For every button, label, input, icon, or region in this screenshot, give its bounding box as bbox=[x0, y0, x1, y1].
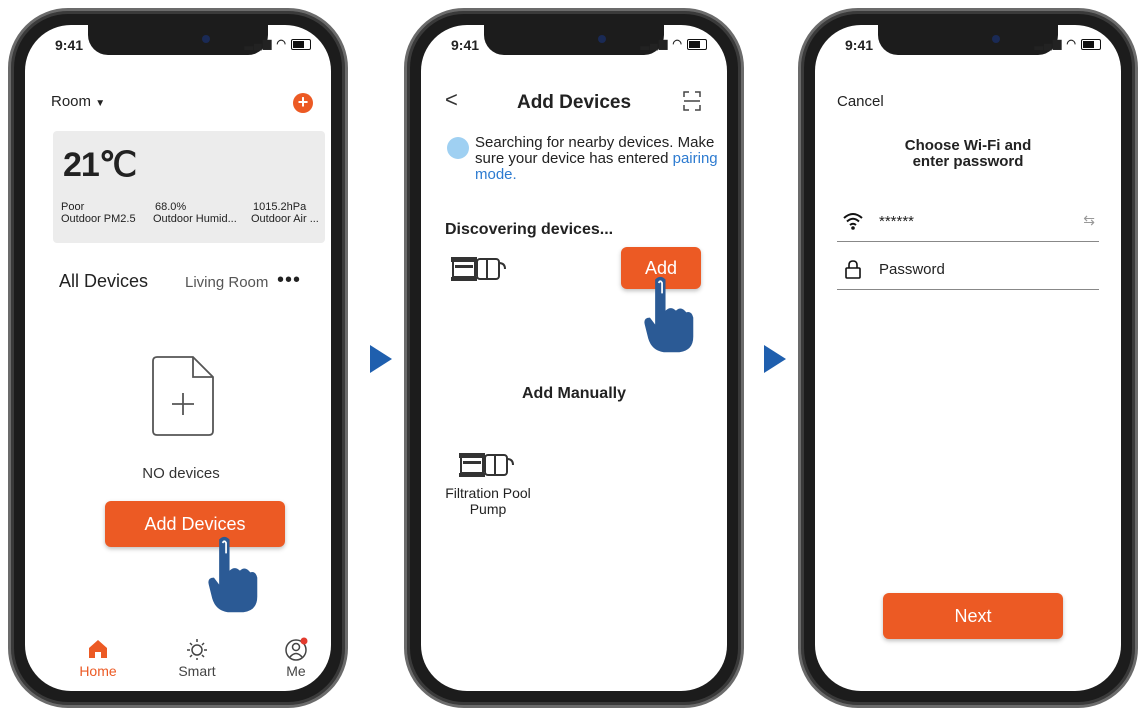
metric-humidity: 68.0% Outdoor Humid... bbox=[153, 201, 237, 225]
nav-smart[interactable]: Smart bbox=[162, 637, 232, 679]
more-icon[interactable]: ••• bbox=[277, 269, 301, 292]
metric-label: Outdoor PM2.5 bbox=[61, 213, 136, 225]
add-plus-button[interactable]: + bbox=[293, 93, 313, 113]
status-bar: 9:41 ▂▄▆ ◠ bbox=[25, 35, 331, 57]
status-time: 9:41 bbox=[55, 37, 84, 53]
status-icons: ▂▄▆ ◠ bbox=[641, 37, 707, 50]
cancel-button[interactable]: Cancel bbox=[837, 93, 884, 110]
metric-value: Poor bbox=[61, 201, 85, 213]
nav-label: Smart bbox=[178, 663, 216, 679]
room-selector[interactable]: Room ▼ bbox=[51, 93, 105, 110]
nav-label: Home bbox=[79, 663, 117, 679]
sun-icon bbox=[187, 639, 207, 660]
title-line: Choose Wi-Fi and bbox=[904, 137, 1032, 154]
step-arrow-1 bbox=[370, 345, 392, 373]
home-screen: 9:41 ▂▄▆ ◠ Room ▼ + 21℃ Poor Outdoor PM2… bbox=[25, 25, 331, 691]
status-icons: ▂▄▆ ◠ bbox=[245, 37, 311, 50]
battery-icon bbox=[687, 38, 707, 50]
page-title: Add Devices bbox=[516, 92, 632, 113]
password-field[interactable]: Password bbox=[837, 251, 1099, 290]
empty-state-text: NO devices bbox=[142, 465, 220, 482]
bottom-nav: Home Smart Me bbox=[25, 637, 331, 691]
discovering-heading: Discovering devices... bbox=[445, 221, 614, 238]
battery-icon bbox=[1081, 38, 1101, 50]
pool-pump-icon[interactable] bbox=[457, 447, 515, 481]
wifi-field[interactable]: ****** ⇆ bbox=[837, 203, 1099, 242]
weather-card: 21℃ Poor Outdoor PM2.5 68.0% Outdoor Hum… bbox=[53, 131, 325, 243]
metric-label: Outdoor Humid... bbox=[153, 213, 237, 225]
lock-icon bbox=[845, 260, 861, 279]
wifi-screen: 9:41 ▂▄▆ ◠ Cancel Choose Wi-Fi and enter… bbox=[815, 25, 1121, 691]
manual-device-label[interactable]: Filtration Pool Pump bbox=[443, 485, 533, 517]
searching-message: Searching for nearby devices. Make sure … bbox=[475, 135, 725, 183]
temperature: 21℃ bbox=[63, 146, 137, 184]
password-placeholder: Password bbox=[879, 261, 945, 278]
switch-network-icon[interactable]: ⇆ bbox=[1083, 212, 1095, 229]
status-bar: 9:41 ▂▄▆ ◠ bbox=[815, 35, 1121, 57]
metric-label: Outdoor Air ... bbox=[251, 213, 319, 225]
metric-value: 1015.2hPa bbox=[253, 201, 307, 213]
wifi-icon bbox=[843, 213, 863, 230]
room-label: Room bbox=[51, 93, 92, 110]
wifi-name: ****** bbox=[879, 213, 915, 230]
home-icon bbox=[89, 640, 107, 658]
profile-icon bbox=[285, 637, 308, 661]
add-manually-heading: Add Manually bbox=[521, 385, 626, 402]
tab-living-room[interactable]: Living Room bbox=[185, 274, 268, 291]
nav-home[interactable]: Home bbox=[63, 637, 133, 679]
status-time: 9:41 bbox=[451, 37, 480, 53]
add-devices-screen: 9:41 ▂▄▆ ◠ < Add Devices Searching for n… bbox=[421, 25, 727, 691]
nav-me[interactable]: Me bbox=[261, 637, 331, 679]
page-title: Choose Wi-Fi and enter password bbox=[815, 138, 1121, 170]
searching-indicator bbox=[447, 137, 469, 159]
empty-document-icon bbox=[152, 356, 214, 436]
phone-add-devices: 9:41 ▂▄▆ ◠ < Add Devices Searching for n… bbox=[404, 8, 744, 708]
phone-wifi: 9:41 ▂▄▆ ◠ Cancel Choose Wi-Fi and enter… bbox=[798, 8, 1138, 708]
title-line: enter password bbox=[912, 153, 1024, 170]
status-bar: 9:41 ▂▄▆ ◠ bbox=[421, 35, 727, 57]
phone-home: 9:41 ▂▄▆ ◠ Room ▼ + 21℃ Poor Outdoor PM2… bbox=[8, 8, 348, 708]
pool-pump-icon bbox=[451, 257, 506, 281]
scan-icon[interactable] bbox=[683, 91, 701, 111]
battery-icon bbox=[291, 38, 311, 50]
status-icons: ▂▄▆ ◠ bbox=[1035, 37, 1101, 50]
next-button[interactable]: Next bbox=[883, 593, 1063, 639]
pointing-hand-icon bbox=[644, 276, 694, 353]
pointing-hand-icon bbox=[208, 536, 258, 613]
tab-all-devices[interactable]: All Devices bbox=[59, 271, 148, 292]
status-time: 9:41 bbox=[845, 37, 874, 53]
nav-label: Me bbox=[286, 663, 306, 679]
metric-pm25: Poor Outdoor PM2.5 bbox=[61, 201, 136, 225]
caret-down-icon: ▼ bbox=[95, 98, 106, 109]
step-arrow-2 bbox=[764, 345, 786, 373]
metric-value: 68.0% bbox=[155, 201, 187, 213]
metric-air-pressure: 1015.2hPa Outdoor Air ... bbox=[251, 201, 319, 225]
